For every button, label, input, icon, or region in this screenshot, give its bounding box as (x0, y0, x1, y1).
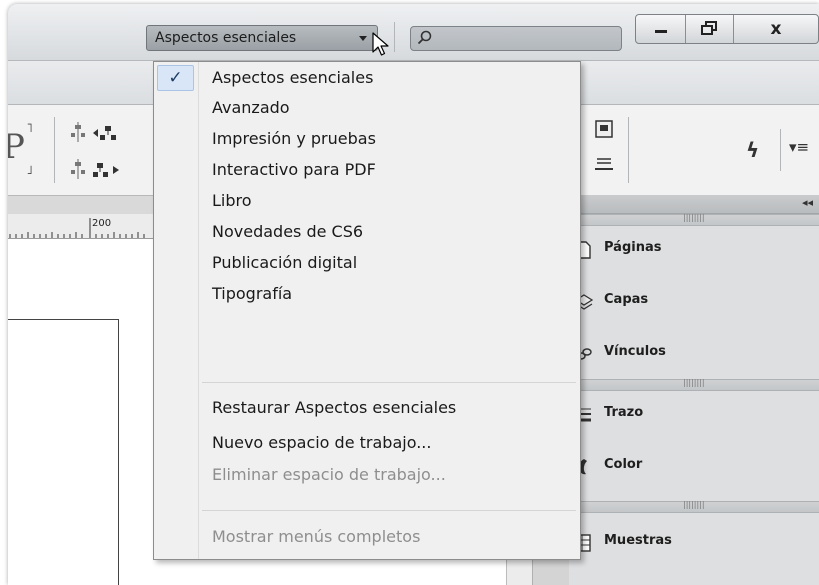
restore-button[interactable] (686, 15, 734, 43)
panel-grip[interactable]: |||||||| (568, 213, 819, 226)
menu-item-label: Aspectos esenciales (212, 68, 374, 87)
menu-item-label: Interactivo para PDF (212, 160, 376, 179)
menu-item-tipografia[interactable]: Tipografía (154, 278, 580, 310)
menu-item-interactivo-para-pdf[interactable]: Interactivo para PDF (154, 154, 580, 186)
divider (780, 129, 781, 171)
panel-dock-header: ◂◂ (568, 195, 819, 214)
search-input[interactable] (410, 26, 622, 51)
panel-group-3: |||||||| Muestras (568, 500, 819, 585)
panel-group-2: |||||||| Trazo Color (568, 378, 819, 501)
menu-item-label: Avanzado (212, 98, 290, 117)
menu-item-novedades-de-cs6[interactable]: Novedades de CS6 (154, 216, 580, 248)
menu-item-label: Novedades de CS6 (212, 222, 364, 241)
menu-item-nuevo-espacio[interactable]: Nuevo espacio de trabajo... (154, 427, 580, 459)
close-icon: x (770, 19, 782, 39)
hierarchy-right-icon[interactable] (92, 160, 120, 180)
menu-item-label: Libro (212, 191, 252, 210)
workspace-menu: ✓ Aspectos esenciales Avanzado Impresión… (153, 61, 581, 560)
distribute-top-icon[interactable] (68, 121, 88, 143)
workspace-switcher-label: Aspectos esenciales (155, 30, 297, 46)
page-frame (8, 319, 119, 585)
hierarchy-left-icon[interactable] (92, 123, 120, 143)
menu-separator (202, 510, 576, 511)
menu-item-restaurar[interactable]: Restaurar Aspectos esenciales (154, 392, 580, 424)
menu-item-eliminar-espacio: Eliminar espacio de trabajo... (154, 459, 580, 491)
menu-item-label: Mostrar menús completos (212, 527, 421, 546)
bracket-icon: ˩ (26, 163, 34, 177)
minimize-button[interactable] (636, 15, 686, 43)
panel-item-label: Color (604, 457, 643, 472)
checkmark-icon: ✓ (168, 68, 183, 88)
menu-item-label: Restaurar Aspectos esenciales (212, 398, 457, 417)
align-bottom-icon[interactable] (594, 153, 614, 173)
menu-item-label: Eliminar espacio de trabajo... (212, 465, 446, 484)
ruler-label: 200 (92, 218, 112, 229)
panel-item-label: Muestras (604, 533, 672, 548)
workspace-switcher[interactable]: Aspectos esenciales (146, 25, 378, 51)
panel-item-stroke[interactable]: Trazo (568, 393, 819, 437)
ruler-ticks (9, 218, 145, 238)
restore-icon (701, 21, 717, 35)
bracket-icon: ˥ (26, 121, 34, 135)
menu-item-avanzado[interactable]: Avanzado (154, 92, 580, 124)
divider (394, 22, 395, 52)
panel-item-label: Trazo (604, 405, 644, 420)
distribute-bottom-icon[interactable] (68, 158, 88, 180)
minimize-icon (655, 30, 667, 33)
cursor-icon (372, 32, 389, 56)
panel-item-swatches[interactable]: Muestras (568, 521, 819, 565)
panel-item-label: Vínculos (604, 344, 666, 359)
title-bar: Aspectos esenciales x (8, 4, 819, 61)
panel-group-1: |||||||| Páginas Capas Vínculos (568, 213, 819, 379)
panel-item-layers[interactable]: Capas (568, 280, 819, 324)
window-controls: x (635, 14, 819, 44)
menu-item-label: Publicación digital (212, 253, 358, 272)
panel-menu-icon[interactable]: ▾≡ (789, 138, 809, 156)
panel-item-label: Páginas (604, 240, 662, 255)
grip-icon: |||||||| (683, 500, 705, 509)
grip-icon: |||||||| (683, 378, 705, 387)
menu-item-label: Tipografía (212, 284, 293, 303)
search-icon (417, 30, 432, 45)
menu-item-impresion-y-pruebas[interactable]: Impresión y pruebas (154, 123, 580, 155)
menu-item-mostrar-menus: Mostrar menús completos (154, 521, 580, 553)
panel-item-color[interactable]: Color (568, 445, 819, 489)
checkmark-highlight: ✓ (157, 65, 194, 91)
panel-item-pages[interactable]: Páginas (568, 228, 819, 272)
divider (54, 117, 55, 183)
close-button[interactable]: x (734, 15, 818, 43)
menu-item-libro[interactable]: Libro (154, 185, 580, 217)
panel-item-links[interactable]: Vínculos (568, 332, 819, 376)
menu-item-label: Impresión y pruebas (212, 129, 376, 148)
grip-icon: |||||||| (683, 213, 705, 222)
text-frame-icon[interactable] (594, 119, 614, 139)
menu-item-publicacion-digital[interactable]: Publicación digital (154, 247, 580, 279)
menu-item-aspectos-esenciales[interactable]: ✓ Aspectos esenciales (154, 62, 580, 94)
divider (628, 117, 629, 183)
chevron-down-icon (359, 36, 367, 41)
panel-grip[interactable]: |||||||| (568, 378, 819, 391)
menu-separator (202, 382, 576, 383)
panel-item-label: Capas (604, 292, 649, 307)
panel-grip[interactable]: |||||||| (568, 500, 819, 513)
lightning-icon[interactable]: ϟ (746, 138, 759, 162)
application-window: Aspectos esenciales x P ˥ ˩ ϟ ▾≡ ◂◂ ||||… (8, 4, 819, 585)
menu-item-label: Nuevo espacio de trabajo... (212, 433, 432, 452)
paragraph-icon: P (8, 127, 25, 167)
collapse-dock-icon[interactable]: ◂◂ (802, 196, 813, 209)
